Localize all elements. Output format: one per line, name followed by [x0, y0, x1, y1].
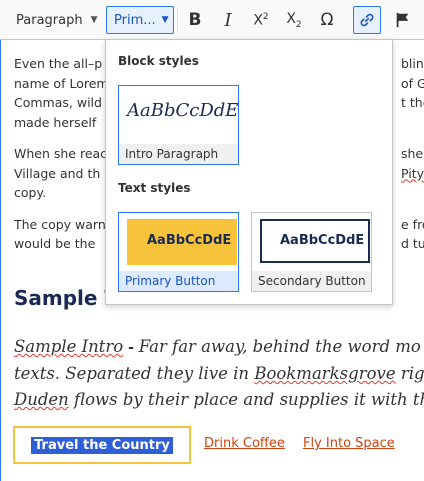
bold-button[interactable]: B — [181, 6, 209, 34]
bookmark-button[interactable] — [389, 6, 417, 34]
flag-icon — [396, 12, 409, 28]
style-tile-label: Intro Paragraph — [119, 144, 238, 164]
style-dropdown-label: Prim... — [114, 12, 156, 28]
primary-button-preview: AaBbCcDdE — [127, 219, 237, 265]
superscript-icon: X2 — [253, 11, 269, 29]
drink-coffee-link[interactable]: Drink Coffee — [204, 436, 285, 451]
style-preview: AaBbCcDdE — [127, 100, 239, 121]
style-tile-primary-button[interactable]: AaBbCcDdE Primary Button — [118, 212, 239, 292]
toolbar-divider — [177, 8, 178, 32]
block-styles-title: Block styles — [118, 54, 199, 68]
fly-into-space-link[interactable]: Fly Into Space — [303, 436, 395, 451]
sample-heading: Sample T — [14, 286, 119, 310]
chevron-down-icon: ▼ — [161, 15, 169, 25]
subscript-button[interactable]: X2 — [280, 6, 308, 34]
style-tile-label: Secondary Button — [252, 271, 371, 291]
editor-toolbar: Paragraph ▼ Prim... ▼ B I X2 X2 Ω — [0, 0, 424, 40]
secondary-button-preview: AaBbCcDdE — [260, 219, 370, 263]
italic-icon: I — [224, 9, 232, 31]
style-tile-secondary-button[interactable]: AaBbCcDdE Secondary Button — [251, 212, 372, 292]
style-tile-label: Primary Button — [119, 271, 238, 291]
intro-line-1: Sample Intro - Far far away, behind the … — [14, 337, 421, 356]
superscript-button[interactable]: X2 — [247, 6, 275, 34]
styles-dropdown-panel: Block styles AaBbCcDdE Intro Paragraph T… — [105, 39, 393, 305]
style-dropdown[interactable]: Prim... ▼ — [106, 6, 174, 34]
special-characters-button[interactable]: Ω — [313, 6, 341, 34]
text-styles-title: Text styles — [118, 181, 191, 195]
primary-button-text[interactable]: Travel the Country — [31, 436, 173, 454]
link-icon — [360, 13, 374, 27]
intro-line-3: Duden flows by their place and supplies … — [14, 390, 424, 409]
bold-icon: B — [188, 10, 202, 30]
omega-icon: Ω — [320, 10, 334, 30]
italic-button[interactable]: I — [214, 6, 242, 34]
link-button[interactable] — [353, 6, 381, 34]
heading-dropdown[interactable]: Paragraph ▼ — [6, 6, 102, 34]
intro-paragraph: Sample Intro - Far far away, behind the … — [14, 334, 424, 413]
heading-dropdown-label: Paragraph — [16, 12, 83, 28]
primary-button-widget[interactable]: Travel the Country — [13, 426, 191, 464]
intro-line-2: texts. Separated they live in Bookmarksg… — [14, 364, 424, 383]
style-tile-intro-paragraph[interactable]: AaBbCcDdE Intro Paragraph — [118, 85, 239, 165]
chevron-down-icon: ▼ — [90, 15, 98, 25]
subscript-icon: X2 — [286, 10, 302, 30]
